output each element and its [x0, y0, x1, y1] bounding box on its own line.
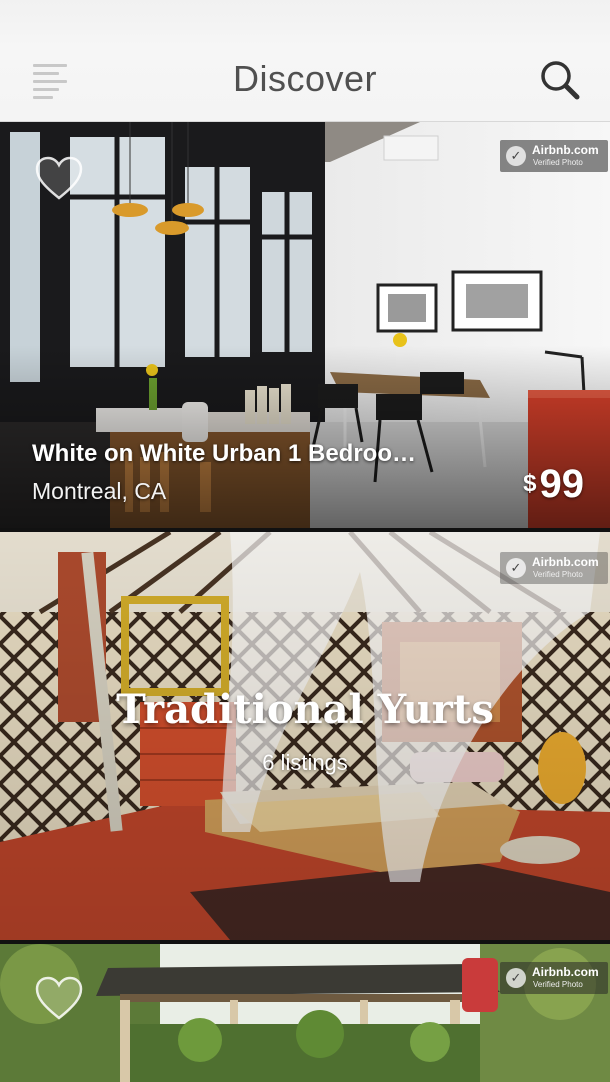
page-title: Discover — [232, 58, 378, 99]
badge-name: Airbnb.com — [532, 965, 599, 979]
search-button[interactable] — [538, 58, 584, 104]
favorite-button[interactable] — [34, 156, 84, 202]
listing-price: $99 — [523, 462, 584, 507]
price-amount: 99 — [539, 462, 585, 506]
badge-subtitle: Verified Photo — [533, 158, 583, 167]
listing-card[interactable]: ✓ Airbnb.com Verified Photo White on Whi… — [0, 122, 610, 528]
search-icon — [541, 61, 580, 100]
check-icon: ✓ — [506, 146, 526, 166]
collection-title: Traditional Yurts — [116, 686, 494, 733]
favorite-button[interactable] — [34, 976, 84, 1022]
heart-icon — [35, 156, 83, 200]
collection-photo — [0, 532, 610, 940]
collection-count: 6 listings — [262, 750, 348, 775]
status-bar — [0, 0, 610, 30]
price-currency: $ — [523, 470, 537, 497]
badge-name: Airbnb.com — [532, 555, 599, 569]
verified-photo-badge: ✓ Airbnb.com Verified Photo — [500, 552, 608, 584]
check-icon: ✓ — [506, 558, 526, 578]
listing-location: Montreal, CA — [32, 478, 167, 504]
badge-subtitle: Verified Photo — [533, 980, 583, 989]
badge-name: Airbnb.com — [532, 143, 599, 157]
badge-subtitle: Verified Photo — [533, 570, 583, 579]
verified-photo-badge: ✓ Airbnb.com Verified Photo — [500, 140, 608, 172]
verified-photo-badge: ✓ Airbnb.com Verified Photo — [500, 962, 608, 994]
listing-card[interactable]: ✓ Airbnb.com Verified Photo — [0, 944, 610, 1082]
app-header: Discover — [0, 0, 610, 122]
collection-card[interactable]: ✓ Airbnb.com Verified Photo Traditional … — [0, 532, 610, 940]
listing-title: White on White Urban 1 Bedroo… — [32, 440, 416, 467]
heart-icon — [35, 976, 83, 1020]
check-icon: ✓ — [506, 968, 526, 988]
